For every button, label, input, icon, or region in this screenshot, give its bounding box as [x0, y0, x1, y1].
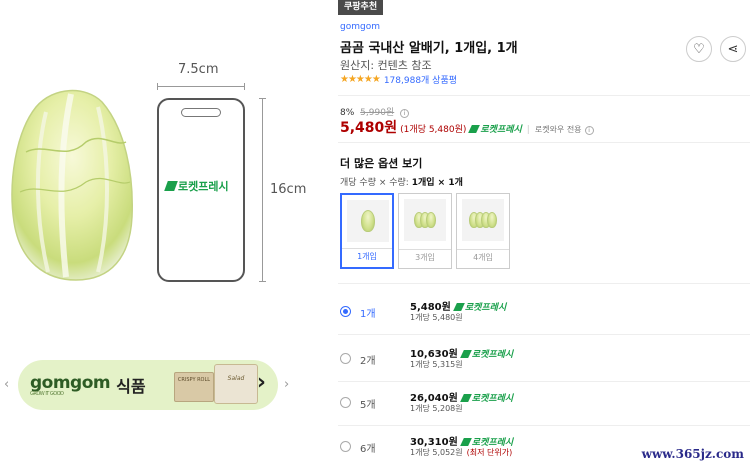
star-rating: ★★★★★ — [340, 74, 381, 85]
option-qty: 1개 — [360, 309, 376, 320]
price-row: 5,480원 (1개당 5,480원) 로켓프레시 | 로켓와우 전용 i — [340, 117, 594, 137]
option-unit-price: 1개당 5,208원 — [410, 404, 463, 413]
gomgom-banner[interactable]: gomgom GROW IT GOOD 식품 CRISPY ROLL Salad… — [18, 360, 278, 410]
separator: | — [526, 125, 530, 135]
product-title: 곰곰 국내산 알배기, 1개입, 1개 — [340, 41, 518, 56]
option-thumb-1[interactable]: 1개입 — [340, 193, 394, 269]
share-icon[interactable]: ⋖ — [720, 36, 746, 62]
product-page: 7.5cm 로켓프레시 16cm ‹ gomgom GROW IT GOOD 식… — [0, 0, 750, 470]
rocket-fresh-badge: 로켓프레시 — [462, 350, 513, 360]
rocket-wow-label: 로켓와우 전용 — [534, 125, 582, 134]
option-thumb-4[interactable]: 4개입 — [456, 193, 510, 269]
option-qty: 5개 — [360, 400, 376, 411]
banner-category: 식품 — [116, 377, 146, 396]
unit-price: (1개당 5,480원) — [400, 125, 467, 135]
height-dimension-label: 16cm — [270, 182, 307, 197]
cabbage-thumb-icon — [426, 212, 436, 228]
option-qty: 2개 — [360, 356, 376, 367]
divider — [338, 283, 750, 284]
banner-next-arrow[interactable]: › — [284, 377, 289, 392]
divider — [338, 95, 750, 96]
thumb-image — [347, 200, 389, 242]
cabbage-image — [11, 89, 133, 281]
rating[interactable]: ★★★★★ 178,988개 상품평 — [340, 73, 457, 86]
option-unit-price: 1개당 5,052원 (최저 단위가) — [410, 447, 512, 458]
option-qty: 6개 — [360, 444, 376, 455]
banner-brand-text: gomgom — [30, 373, 111, 393]
divider — [338, 334, 750, 335]
thumb-label: 3개입 — [415, 253, 435, 262]
rocket-icon — [164, 181, 178, 191]
phone-notch — [181, 108, 221, 117]
option-label-value: 1개입 × 1개 — [411, 178, 463, 188]
rocket-fresh-logo-text: 로켓프레시 — [178, 180, 229, 193]
brand-link[interactable]: gomgom — [340, 22, 380, 32]
thumb-divider — [399, 249, 451, 250]
thumb-divider — [342, 248, 392, 249]
height-dimension-line — [259, 98, 266, 282]
banner-product-pack: CRISPY ROLL — [174, 372, 214, 402]
banner-product-cup: Salad — [214, 364, 258, 404]
radio-selected[interactable] — [340, 306, 351, 317]
thumb-image — [462, 199, 504, 241]
option-price-line: 30,310원 로켓프레시 — [410, 433, 513, 448]
rocket-fresh-logo: 로켓프레시 — [164, 178, 229, 194]
lowest-unit-note: (최저 단위가) — [466, 448, 513, 457]
option-unit-text: 1개당 5,052원 — [410, 448, 463, 457]
option-price-line: 26,040원 로켓프레시 — [410, 389, 513, 404]
watermark: www.365jz.com — [641, 447, 744, 461]
cabbage-thumb-icon — [487, 212, 497, 228]
review-count-link[interactable]: 178,988개 상품평 — [384, 73, 457, 86]
option-label-prefix: 개당 수량 × 수량: — [340, 178, 412, 188]
rocket-fresh-badge: 로켓프레시 — [470, 122, 521, 135]
width-dimension-line — [157, 83, 245, 90]
option-thumb-3[interactable]: 3개입 — [398, 193, 452, 269]
option-unit-price: 1개당 5,480원 — [410, 313, 463, 322]
wow-info-icon[interactable]: i — [584, 126, 594, 135]
phone-size-reference: 로켓프레시 — [157, 98, 245, 282]
more-options-title: 더 많은 옵션 보기 — [340, 157, 423, 170]
option-price-line: 10,630원 로켓프레시 — [410, 345, 513, 360]
quantity-option-1[interactable]: 1개 5,480원 로켓프레시 1개당 5,480원 — [338, 298, 750, 350]
banner-chevron-right-icon[interactable]: › — [257, 372, 266, 394]
cabbage-thumb-icon — [361, 210, 375, 232]
product-gallery: 7.5cm 로켓프레시 16cm ‹ gomgom GROW IT GOOD 식… — [0, 0, 318, 470]
banner-prev-arrow[interactable]: ‹ — [4, 377, 9, 392]
coupang-recommend-badge: 쿠팡추천 — [338, 0, 384, 15]
radio[interactable] — [340, 441, 351, 452]
thumb-label: 1개입 — [357, 252, 377, 261]
banner-brand-logo: gomgom GROW IT GOOD — [30, 373, 111, 397]
width-dimension-label: 7.5cm — [178, 62, 219, 77]
thumb-label: 4개입 — [473, 253, 493, 262]
radio[interactable] — [340, 353, 351, 364]
option-price-line: 5,480원 로켓프레시 — [410, 298, 506, 313]
thumb-image — [404, 199, 446, 241]
thumb-divider — [457, 249, 509, 250]
sale-price: 5,480원 — [340, 120, 398, 136]
product-origin: 원산지: 컨텐츠 참조 — [340, 59, 432, 72]
divider — [338, 142, 750, 143]
option-selected-label: 개당 수량 × 수량: 1개입 × 1개 — [340, 175, 463, 188]
heart-icon[interactable]: ♡ — [686, 36, 712, 62]
rocket-fresh-badge: 로켓프레시 — [462, 394, 513, 404]
divider — [338, 425, 750, 426]
radio[interactable] — [340, 397, 351, 408]
divider — [338, 381, 750, 382]
option-unit-price: 1개당 5,315원 — [410, 360, 463, 369]
